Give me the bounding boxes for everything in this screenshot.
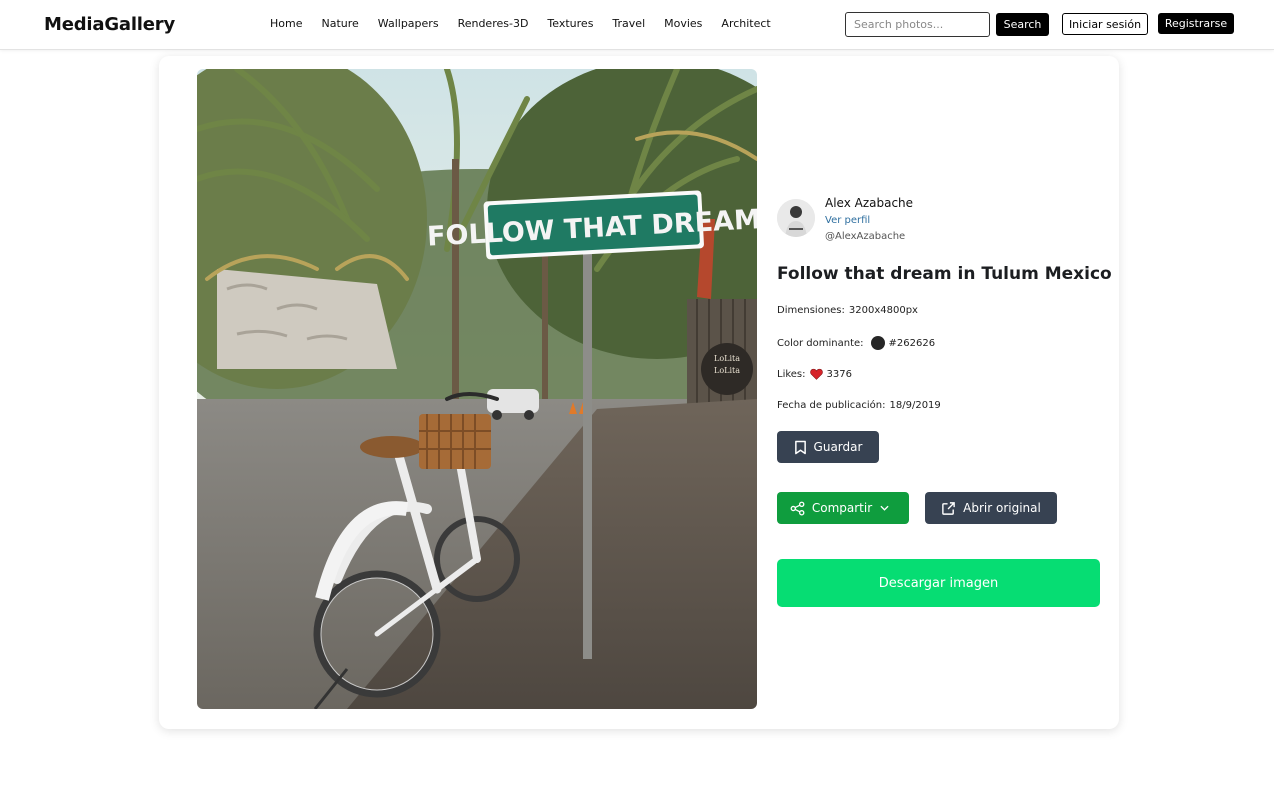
likes-value: 3376 — [826, 368, 852, 380]
nav-link-wallpapers[interactable]: Wallpapers — [378, 17, 439, 30]
publish-date-row: Fecha de publicación: 18/9/2019 — [777, 400, 941, 411]
nav-link-nature[interactable]: Nature — [321, 17, 358, 30]
nav-link-renderes-3d[interactable]: Renderes-3D — [458, 17, 529, 30]
share-button-label: Compartir — [811, 501, 873, 515]
dimensions-row: Dimensiones: 3200x4800px — [777, 305, 918, 316]
dimensions-value: 3200x4800px — [848, 305, 918, 316]
main-photo: LoLita LoLita FOLLOW THAT DREAM — [197, 69, 757, 709]
external-link-icon — [941, 501, 963, 516]
photo-title: Follow that dream in Tulum Mexico — [777, 264, 1112, 284]
login-button[interactable]: Iniciar sesión — [1062, 13, 1148, 35]
nav-link-textures[interactable]: Textures — [547, 17, 593, 30]
avatar[interactable] — [777, 199, 815, 237]
nav-link-travel[interactable]: Travel — [612, 17, 645, 30]
nav-link-architect[interactable]: Architect — [721, 17, 770, 30]
nav-link-home[interactable]: Home — [270, 17, 302, 30]
top-navbar: MediaGallery Home Nature Wallpapers Rend… — [0, 0, 1274, 50]
chevron-down-icon — [880, 505, 896, 511]
brand-logo[interactable]: MediaGallery — [44, 14, 175, 35]
heart-icon — [809, 368, 823, 380]
main-nav: Home Nature Wallpapers Renderes-3D Textu… — [270, 17, 790, 30]
publish-date-label: Fecha de publicación: — [777, 400, 886, 411]
download-button[interactable]: Descargar imagen — [777, 559, 1100, 607]
svg-text:LoLita: LoLita — [714, 366, 740, 375]
search-input[interactable] — [845, 12, 990, 37]
nav-link-movies[interactable]: Movies — [664, 17, 702, 30]
dominant-color-label: Color dominante: — [777, 337, 864, 349]
save-button-label: Guardar — [813, 440, 863, 454]
open-original-button[interactable]: Abrir original — [925, 492, 1057, 524]
author-name: Alex Azabache — [825, 196, 914, 210]
search-button[interactable]: Search — [996, 13, 1049, 36]
lolita-sign-text: LoLita — [714, 354, 740, 363]
dimensions-label: Dimensiones: — [777, 305, 845, 316]
share-button[interactable]: Compartir — [777, 492, 909, 524]
open-original-button-label: Abrir original — [963, 501, 1041, 515]
likes-row: Likes: 3376 — [777, 368, 852, 380]
bookmark-icon — [794, 440, 814, 455]
save-button[interactable]: Guardar — [777, 431, 879, 463]
dominant-color-value: #262626 — [888, 337, 936, 349]
share-icon — [790, 501, 812, 516]
author-handle: @AlexAzabache — [825, 231, 906, 242]
publish-date-value: 18/9/2019 — [889, 400, 941, 411]
likes-label: Likes: — [777, 368, 806, 380]
dominant-color-row: Color dominante: #262626 — [777, 336, 935, 350]
color-swatch — [870, 336, 885, 350]
view-profile-link[interactable]: Ver perfil — [825, 215, 870, 226]
register-button[interactable]: Registrarse — [1158, 13, 1234, 34]
